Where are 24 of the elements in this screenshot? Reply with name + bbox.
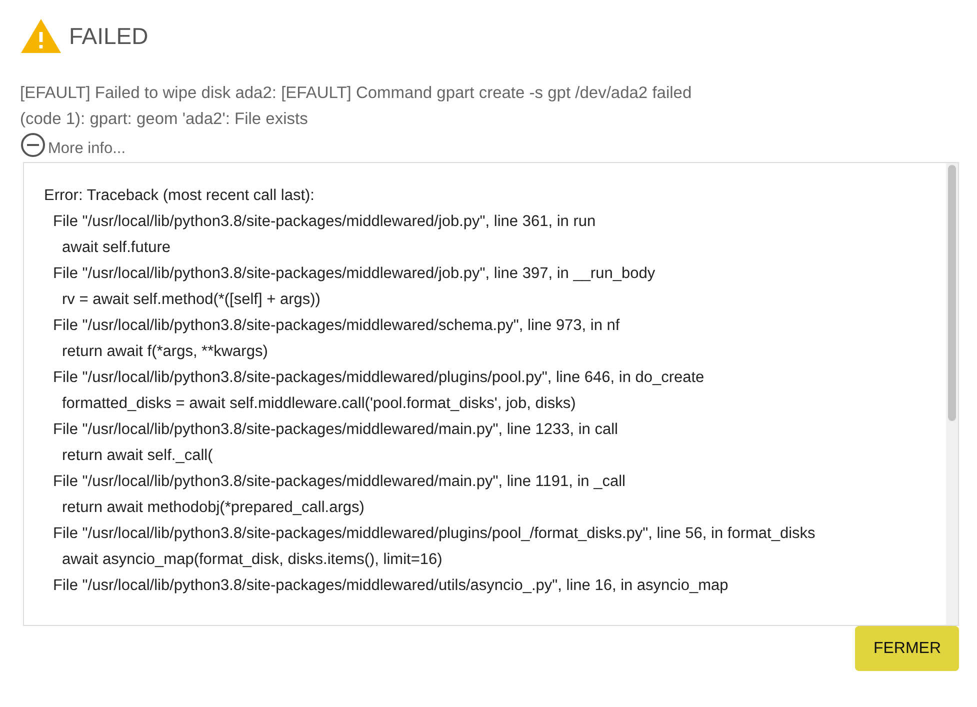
traceback-line: File "/usr/local/lib/python3.8/site-packages/middlewared/plugins/pool.py", line 646, in do_create: [52, 368, 706, 388]
traceback-line: return await methodobj(*prepared_call.args): [61, 498, 366, 518]
traceback-line: rv = await self.method(*([self] + args)): [61, 290, 322, 310]
traceback-line: return await self._call(: [61, 446, 214, 466]
traceback-line: File "/usr/local/lib/python3.8/site-packages/middlewared/utils/asyncio_.py", line 16, in asyncio_map: [52, 576, 730, 596]
more-info-link[interactable]: More info...: [48, 140, 126, 158]
minus-circle-icon[interactable]: [20, 132, 46, 158]
traceback-line: File "/usr/local/lib/python3.8/site-packages/middlewared/plugins/pool_/format_disks.py", line 56, in format_disks: [52, 524, 816, 544]
error-message: [EFAULT] Failed to wipe disk ada2: [EFAULT] Command gpart create -s gpt /dev/ada2 failed (code 1): gpart: geom 'ada2': File exists: [20, 83, 693, 130]
traceback-line: return await f(*args, **kwargs): [61, 342, 269, 362]
traceback-line: Error: Traceback (most recent call last):: [44, 186, 316, 206]
traceback-line: File "/usr/local/lib/python3.8/site-packages/middlewared/job.py", line 361, in run: [52, 212, 597, 232]
traceback-line: await asyncio_map(format_disk, disks.items(), limit=16): [61, 550, 444, 570]
dialog-title: FAILED: [69, 22, 148, 50]
traceback-line: File "/usr/local/lib/python3.8/site-packages/middlewared/job.py", line 397, in __run_body: [52, 264, 656, 284]
traceback-line: formatted_disks = await self.middleware.call('pool.format_disks', job, disks): [61, 394, 577, 414]
close-button[interactable]: FERMER: [855, 626, 959, 671]
traceback-line: File "/usr/local/lib/python3.8/site-packages/middlewared/schema.py", line 973, in nf: [52, 316, 621, 336]
scrollbar-track[interactable]: [946, 163, 958, 625]
scrollbar-thumb[interactable]: [948, 165, 956, 421]
traceback-line: File "/usr/local/lib/python3.8/site-packages/middlewared/main.py", line 1191, in _call: [52, 472, 626, 492]
traceback-line: await self.future: [61, 238, 172, 258]
traceback-line: File "/usr/local/lib/python3.8/site-packages/middlewared/main.py", line 1233, in call: [52, 420, 619, 440]
warning-icon: [20, 18, 62, 54]
